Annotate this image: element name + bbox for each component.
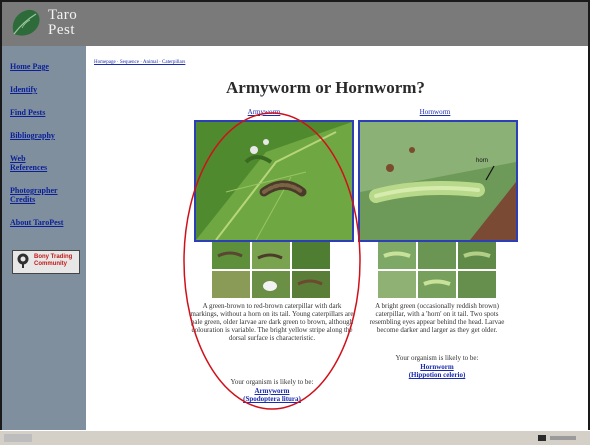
sidebar-item-web-references[interactable]: Web References <box>10 154 84 172</box>
tree-logo-icon <box>17 253 29 268</box>
site-logo[interactable]: Taro Pest <box>8 6 88 42</box>
taro-leaf-icon <box>12 9 40 36</box>
breadcrumb[interactable]: Homepage · Sequence · Animal · Caterpill… <box>94 60 185 65</box>
page-title: Armyworm or Hornworm? <box>226 78 425 97</box>
logo-text: Taro Pest <box>48 7 78 38</box>
armyworm-prompt: Your organism is likely to be: <box>230 378 314 386</box>
tray-icon[interactable] <box>538 434 578 442</box>
armyworm-title-link[interactable]: Armyworm <box>234 108 294 116</box>
hornworm-description: A bright green (occasionally reddish bro… <box>369 302 505 334</box>
hornworm-thumbnail-grid[interactable] <box>378 242 496 298</box>
sidebar-item-about-taropest[interactable]: About TaroPest <box>10 218 84 227</box>
hornworm-result-link[interactable]: Hornworm (Hippotion celerio) <box>366 363 508 379</box>
armyworm-result-name[interactable]: Armyworm <box>190 387 354 395</box>
browser-window: Taro Pest Home Page Identify Find Pests … <box>0 0 590 444</box>
horn-label: horn <box>476 158 489 164</box>
taskbar <box>0 430 590 445</box>
hornworm-title-link[interactable]: Hornworm <box>404 108 466 116</box>
hornworm-prompt: Your organism is likely to be: <box>395 354 479 362</box>
armyworm-result-link[interactable]: Armyworm (Spodoptera litura) <box>190 387 354 403</box>
sidebar-item-find-pests[interactable]: Find Pests <box>10 108 84 117</box>
main-content: Homepage · Sequence · Animal · Caterpill… <box>86 46 588 438</box>
hornworm-result-species[interactable]: (Hippotion celerio) <box>366 371 508 379</box>
partner-badge-label: Bony Trading Community <box>34 254 73 267</box>
sidebar: Home Page Identify Find Pests Bibliograp… <box>2 46 86 438</box>
sidebar-item-photographer-credits[interactable]: Photographer Credits <box>10 186 84 204</box>
armyworm-result-species[interactable]: (Spodoptera litura) <box>190 395 354 403</box>
armyworm-thumbnail-grid[interactable] <box>212 242 330 298</box>
site-banner: Taro Pest <box>2 2 588 46</box>
sidebar-item-bibliography[interactable]: Bibliography <box>10 131 84 140</box>
partner-badge[interactable]: Bony Trading Community <box>12 250 80 274</box>
hornworm-caterpillar-image <box>360 122 516 240</box>
sidebar-nav: Home Page Identify Find Pests Bibliograp… <box>10 62 84 241</box>
hornworm-thumbnails-image <box>378 242 496 298</box>
armyworm-caterpillar-image <box>196 122 352 240</box>
armyworm-main-photo[interactable] <box>194 120 354 242</box>
sidebar-item-identify[interactable]: Identify <box>10 85 84 94</box>
armyworm-thumbnails-image <box>212 242 330 298</box>
hornworm-result-name[interactable]: Hornworm <box>366 363 508 371</box>
sidebar-item-home-page[interactable]: Home Page <box>10 62 84 71</box>
start-button[interactable] <box>4 434 32 442</box>
armyworm-description: A green-brown to red-brown caterpillar w… <box>190 302 354 342</box>
hornworm-main-photo[interactable]: horn <box>358 120 518 242</box>
